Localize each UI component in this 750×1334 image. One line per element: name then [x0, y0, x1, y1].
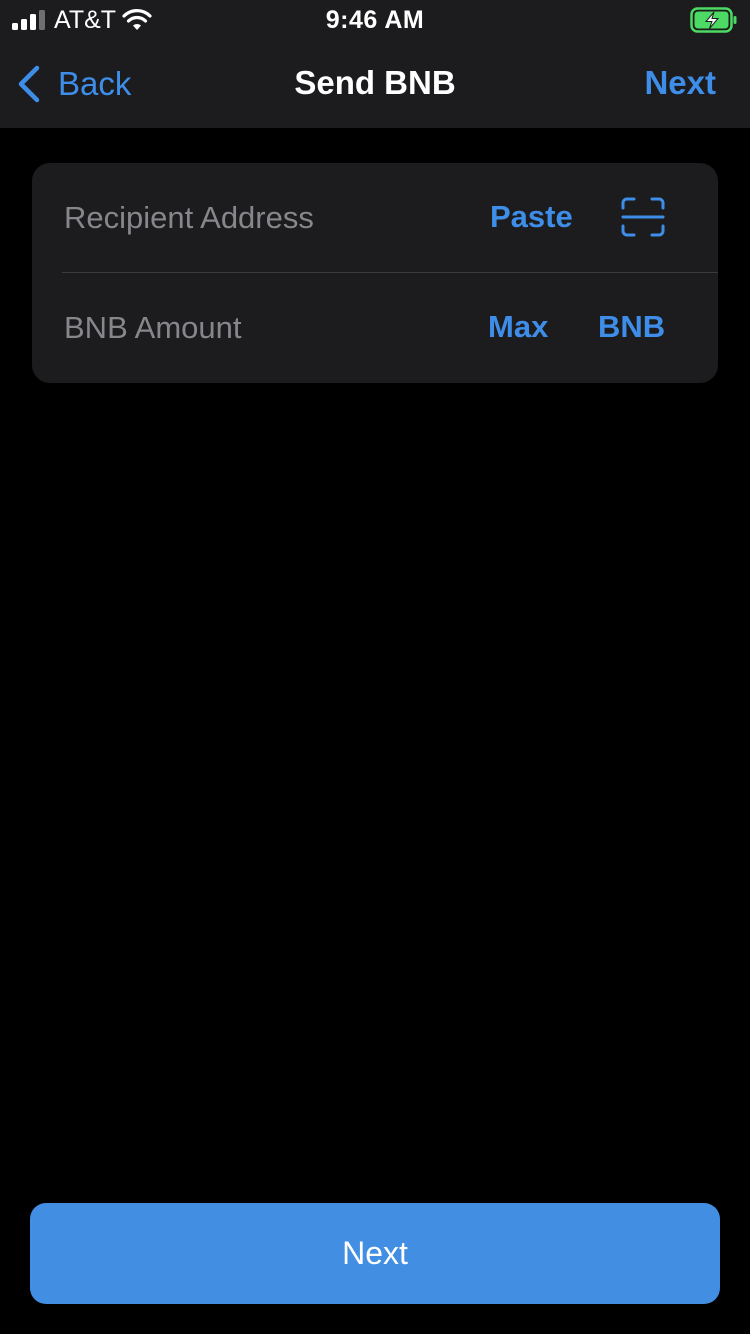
bnb-amount-input[interactable]	[64, 303, 464, 353]
status-bar: AT&T 9:46 AM	[0, 0, 750, 40]
send-bnb-screen: AT&T 9:46 AM Back Send BNB Next Recipien…	[0, 0, 750, 1334]
navigation-bar: Back Send BNB Next	[0, 40, 750, 128]
header-area: AT&T 9:46 AM Back Send BNB Next	[0, 0, 750, 128]
clock: 9:46 AM	[325, 6, 425, 34]
back-button[interactable]: Back	[16, 64, 131, 104]
next-button[interactable]: Next	[30, 1203, 720, 1304]
currency-unit-button[interactable]: BNB	[598, 309, 665, 345]
qr-scan-icon[interactable]	[621, 197, 665, 237]
send-form-card: Paste Max BNB	[32, 163, 718, 383]
recipient-row: Paste	[32, 163, 718, 273]
max-button[interactable]: Max	[488, 309, 548, 345]
nav-next-button[interactable]: Next	[644, 64, 716, 102]
back-label: Back	[58, 65, 132, 102]
paste-button[interactable]: Paste	[490, 199, 573, 235]
chevron-left-icon	[18, 65, 40, 103]
recipient-address-input[interactable]	[64, 193, 464, 243]
amount-row: Max BNB	[32, 273, 718, 383]
battery-charging-icon	[690, 7, 737, 33]
